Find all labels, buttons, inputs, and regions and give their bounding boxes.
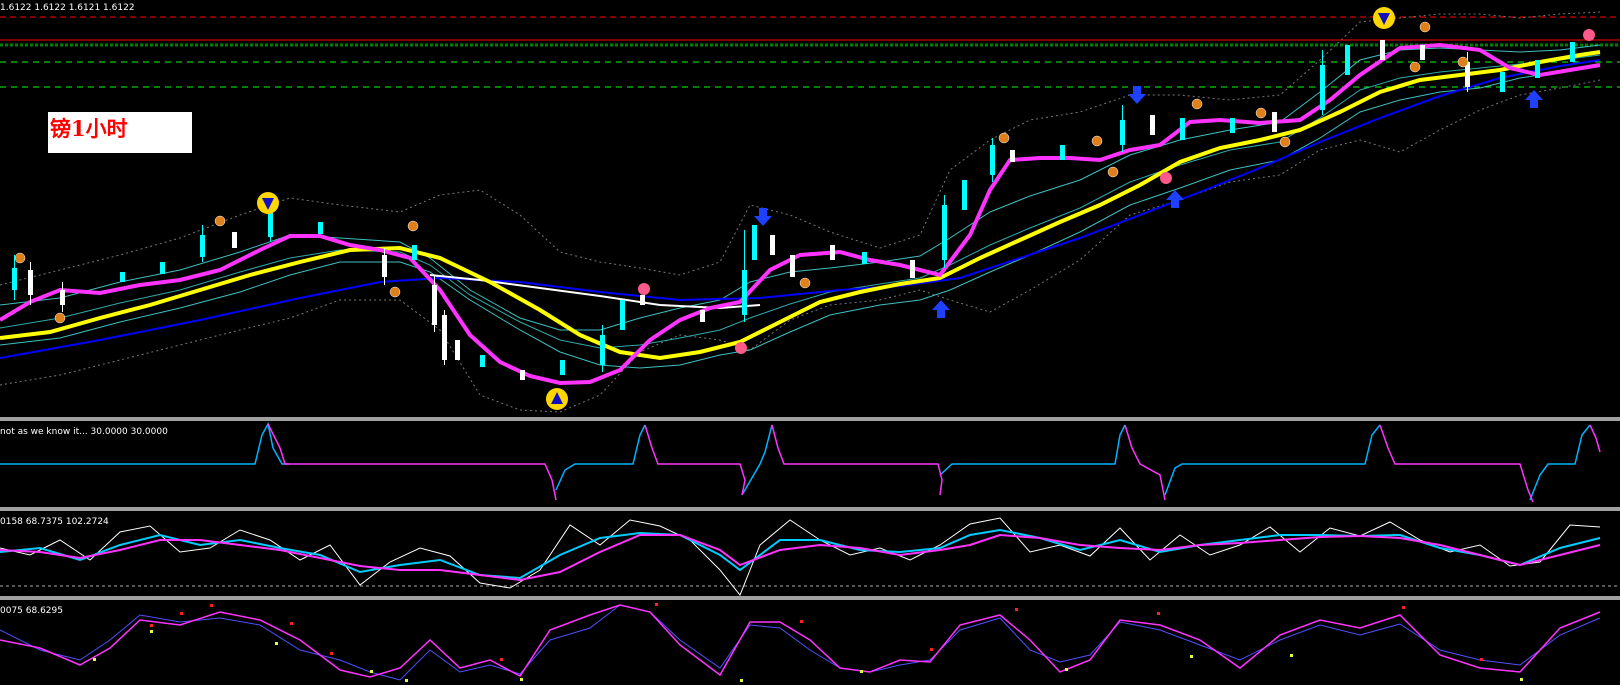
white-oscillator bbox=[0, 517, 1601, 596]
price-panel: 镑1小时 1.6122 1.6122 1.6121 1.6122 bbox=[0, 3, 1620, 413]
magenta-step-line bbox=[1589, 424, 1601, 453]
indicator-panel-2: 0158 68.7375 102.2724 bbox=[0, 517, 1620, 596]
panel-separator bbox=[0, 507, 1620, 511]
chart-title: 镑1小时 bbox=[50, 116, 128, 141]
chart-canvas: 镑1小时 1.6122 1.6122 1.6121 1.6122 not as … bbox=[0, 3, 1620, 682]
upper-envelope bbox=[0, 11, 1601, 286]
cyan-step-line bbox=[555, 424, 646, 491]
indicator-panel-3: 0075 68.6295 bbox=[0, 603, 1601, 682]
indicator-1-readout: not as we know it... 30.0000 30.0000 bbox=[0, 427, 168, 437]
cyan-oscillator bbox=[0, 528, 1601, 580]
panel-separator bbox=[0, 417, 1620, 421]
magenta-oscillator bbox=[0, 604, 1601, 678]
panel-separator bbox=[0, 596, 1620, 600]
lower-envelope bbox=[0, 79, 1601, 413]
magenta-step-line bbox=[644, 424, 746, 496]
upper-band bbox=[0, 44, 1601, 331]
cyan-step-line bbox=[1164, 424, 1381, 496]
indicator-3-readout: 0075 68.6295 bbox=[0, 606, 63, 616]
magenta-step-line bbox=[1379, 424, 1534, 503]
magenta-step-line bbox=[771, 424, 943, 496]
indicator-2-readout: 0158 68.7375 102.2724 bbox=[0, 517, 109, 527]
magenta-oscillator bbox=[0, 533, 1601, 582]
signal-dots bbox=[93, 603, 1523, 682]
lower-band bbox=[0, 65, 1601, 369]
cyan-step-line bbox=[741, 424, 773, 496]
indicator-panel-1: not as we know it... 30.0000 30.0000 bbox=[0, 421, 1601, 503]
cyan-step-line bbox=[1529, 424, 1591, 501]
price-readout: 1.6122 1.6122 1.6121 1.6122 bbox=[0, 3, 135, 13]
magenta-step-line bbox=[1124, 424, 1166, 501]
magenta-step-line bbox=[267, 423, 557, 501]
blue-arrow-markers bbox=[754, 86, 1543, 318]
price-ma bbox=[0, 42, 1601, 386]
arrow-up-icon bbox=[546, 388, 568, 410]
arrow-down-icon bbox=[1373, 7, 1395, 29]
cyan-step-line bbox=[939, 424, 1126, 476]
mid-band bbox=[0, 54, 1601, 349]
arrow-down-icon bbox=[257, 192, 279, 214]
